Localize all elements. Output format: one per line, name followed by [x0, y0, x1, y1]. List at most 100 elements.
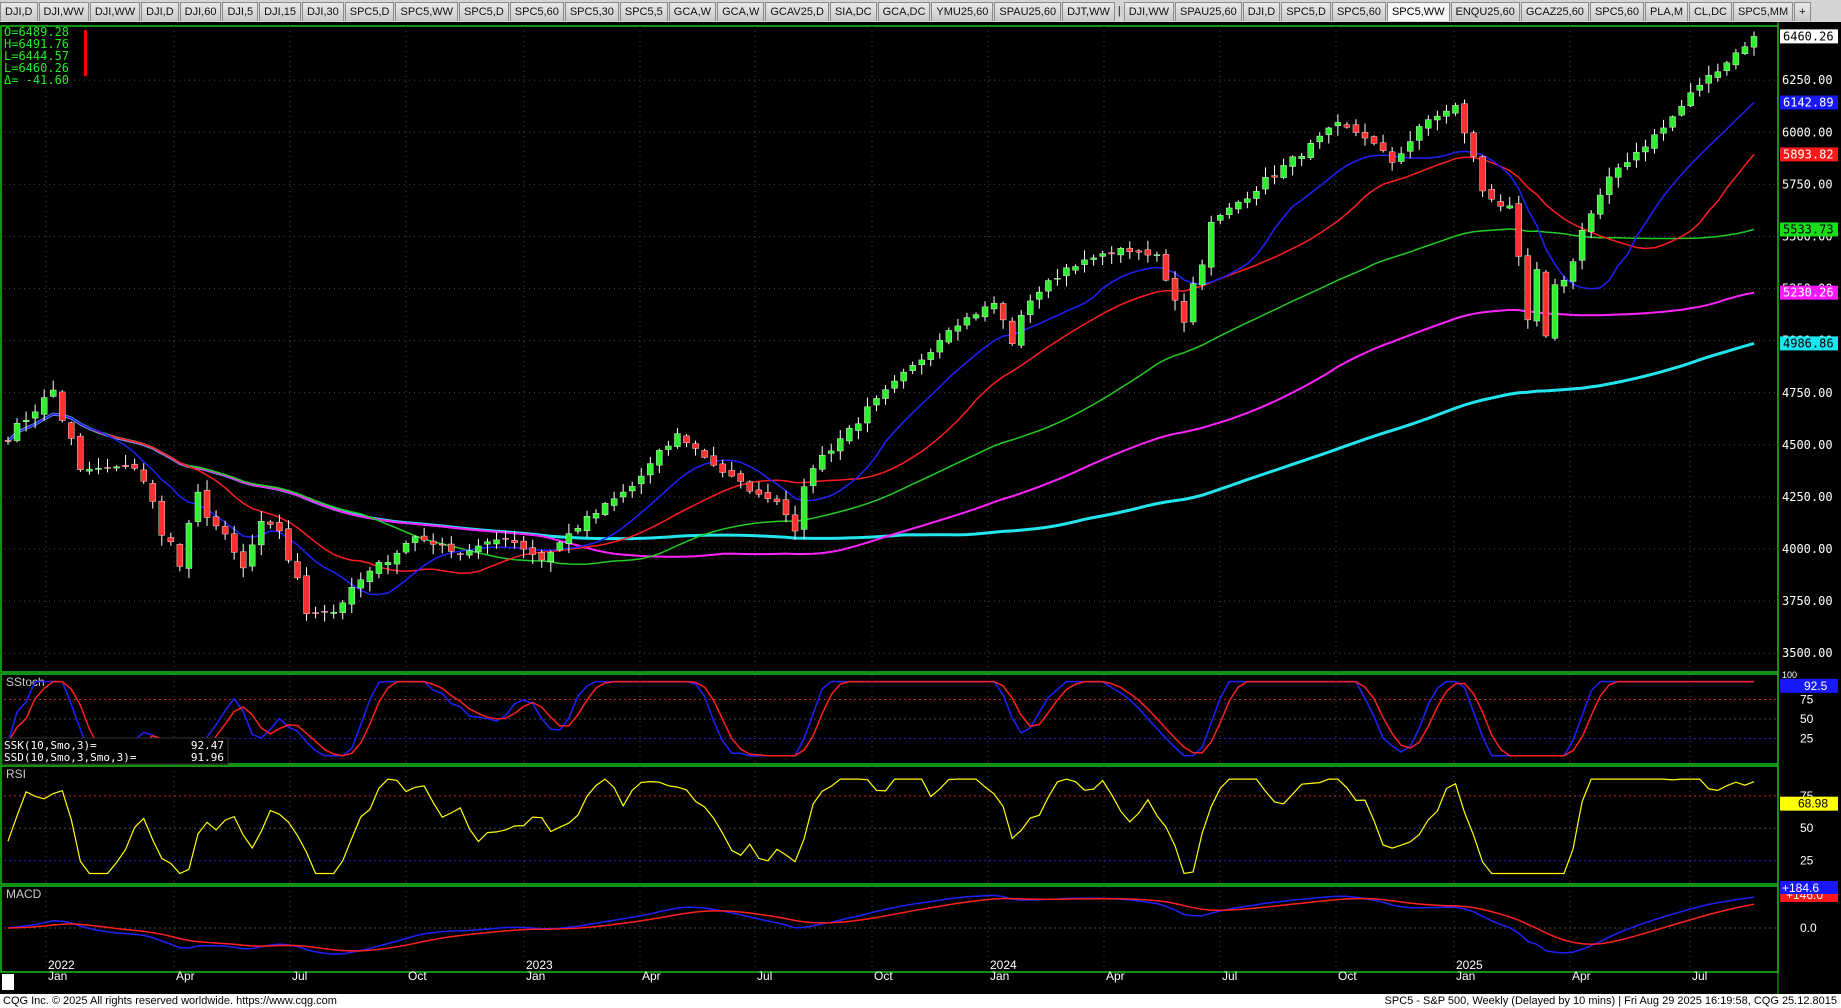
candle-body: [158, 500, 165, 536]
candle-body: [1606, 176, 1613, 195]
candle-body: [1714, 71, 1722, 78]
candle-body: [194, 491, 202, 522]
candle-body: [1135, 250, 1143, 253]
chart-tab[interactable]: DJI,WW: [38, 2, 89, 21]
candle-body: [448, 543, 455, 552]
chart-tab[interactable]: DJI,WW: [89, 2, 141, 21]
candle-body: [1298, 156, 1305, 159]
candle-body: [1099, 253, 1106, 257]
candle-body: [1108, 252, 1115, 255]
chart-tab[interactable]: DJI,60: [179, 2, 222, 21]
chart-tab[interactable]: SPC5,30: [564, 2, 619, 21]
candle-body: [1153, 254, 1161, 256]
candle-body: [963, 317, 971, 326]
chart-tab[interactable]: DJI,WW: [1123, 2, 1175, 21]
chart-tab[interactable]: GCA,DC: [877, 2, 931, 21]
candle-body: [1669, 116, 1676, 128]
chart-tab[interactable]: SIA,DC: [829, 2, 877, 21]
candle-body: [773, 498, 781, 502]
candle-body: [366, 570, 374, 582]
candle-body: [574, 528, 582, 532]
chart-tab[interactable]: DJI,5: [222, 2, 259, 21]
candle-body: [701, 450, 708, 458]
chart-tab[interactable]: SPAU25,60: [1175, 2, 1242, 21]
price-axis-label: 4250.00: [1782, 490, 1833, 504]
chart-tab[interactable]: SPC5,WW: [395, 2, 459, 21]
candle-body: [565, 533, 573, 544]
chart-tab[interactable]: SPC5,WW: [1386, 2, 1450, 21]
candle-body: [710, 455, 717, 466]
chart-tab[interactable]: SPAU25,60: [994, 2, 1062, 21]
price-axis-label: 4000.00: [1782, 542, 1833, 556]
candle-body: [791, 514, 799, 532]
candle-body: [728, 470, 735, 477]
chart-tab[interactable]: SPC5,5: [619, 2, 668, 21]
candle-body: [1072, 266, 1079, 271]
add-tab-button[interactable]: +: [1794, 2, 1811, 21]
chart-tab[interactable]: SPC5,60: [1589, 2, 1644, 21]
chart-tab[interactable]: GCAZ25,60: [1520, 2, 1589, 21]
candle-body: [86, 468, 93, 472]
candle-body: [1587, 213, 1595, 233]
candle-body: [1008, 320, 1016, 344]
chart-tab[interactable]: DJT,WW: [1062, 2, 1115, 21]
chart-tab[interactable]: GCA,W: [668, 2, 717, 21]
chart-tab[interactable]: SPC5,60: [509, 2, 564, 21]
candle-body: [285, 528, 292, 561]
candle-body: [1253, 190, 1260, 199]
candle-body: [1126, 247, 1133, 252]
candle-body: [1198, 264, 1206, 286]
candle-body: [1208, 221, 1215, 268]
candle-body: [294, 561, 301, 579]
chart-tab[interactable]: SPC5,D: [1281, 2, 1331, 21]
candle-body: [131, 464, 138, 469]
copyright-text: CQG Inc. © 2025 All rights reserved worl…: [3, 995, 337, 1007]
chart-tab[interactable]: DJI,30: [301, 2, 344, 21]
candle-body: [1018, 315, 1025, 346]
chart-tab[interactable]: ENQU25,60: [1450, 2, 1520, 21]
rsi-title: RSI: [6, 767, 26, 781]
candle-body: [1497, 201, 1504, 207]
price-axis-label: 6250.00: [1782, 73, 1833, 87]
candle-body: [837, 438, 844, 452]
candle-body: [1560, 279, 1568, 287]
candle-body: [466, 550, 473, 556]
candle-body: [1434, 115, 1441, 121]
chart-tab[interactable]: SPC5,D: [344, 2, 395, 21]
chart-tab[interactable]: DJI,D: [141, 2, 179, 21]
month-label: Apr: [1572, 969, 1591, 983]
candle-body: [330, 611, 337, 614]
candle-body: [1470, 132, 1477, 157]
candle-body: [1597, 194, 1604, 215]
candle-body: [221, 526, 229, 535]
chart-tab[interactable]: DJI,15: [259, 2, 301, 21]
price-tag-label: 5893.82: [1783, 147, 1834, 161]
chart-tab[interactable]: SPC5,MM: [1733, 2, 1794, 21]
chart-tab[interactable]: SPC5,60: [1331, 2, 1386, 21]
chart-tab[interactable]: DJI,D: [1242, 2, 1281, 21]
chart-tab[interactable]: DJI,D: [0, 2, 38, 21]
chart-tab[interactable]: GCAV25,D: [765, 2, 829, 21]
price-tag-label: 5230.26: [1783, 286, 1834, 300]
candle-body: [475, 545, 482, 553]
price-chart[interactable]: 3500.00 3750.00 4000.00 4250.00 4500.00 4750.…: [0, 22, 1841, 994]
chart-tab[interactable]: CL,DC: [1688, 2, 1732, 21]
candle-body: [936, 340, 944, 353]
candle-body: [1217, 215, 1224, 221]
candle-body: [972, 314, 980, 319]
candle-body: [402, 543, 410, 553]
price-tag-label: 6142.89: [1783, 96, 1834, 110]
chart-tab[interactable]: YMU25,60: [931, 2, 994, 21]
rsi-tag-label: 68.98: [1798, 797, 1828, 811]
chart-tab[interactable]: PLA,M: [1644, 2, 1688, 21]
candle-body: [1054, 278, 1061, 280]
month-label: Oct: [408, 969, 427, 983]
chart-tab[interactable]: SPC5,D: [459, 2, 509, 21]
rsi-axis-label: 25: [1800, 854, 1814, 868]
candle-body: [312, 612, 319, 614]
candle-body: [1624, 162, 1631, 167]
chart-area[interactable]: 3500.00 3750.00 4000.00 4250.00 4500.00 4750.…: [0, 22, 1841, 994]
candle-body: [212, 516, 220, 527]
chart-tab[interactable]: GCA,W: [717, 2, 765, 21]
candle-body: [493, 539, 500, 545]
